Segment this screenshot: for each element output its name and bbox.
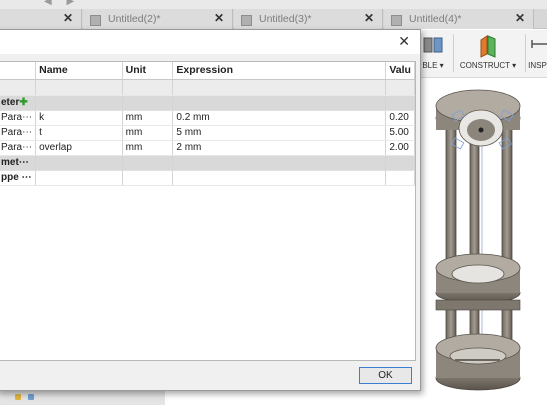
history-arrows-icon[interactable]: ◀ ▶: [44, 0, 80, 7]
row-name[interactable]: t: [35, 125, 123, 141]
document-cube-icon: [240, 14, 252, 26]
column-header-unit[interactable]: Unit: [122, 62, 174, 80]
row-source: Para⋯: [0, 140, 37, 156]
document-cube-icon: [390, 14, 402, 26]
table-header-row: Name Unit Expression Valu: [0, 62, 415, 80]
tab-label: Untitled(2)*: [108, 13, 161, 25]
row-source: ppe ⋯: [0, 170, 37, 186]
tab-label: Untitled(4)*: [409, 13, 462, 25]
browser-panel-strip: [0, 390, 165, 405]
row-value: 5.00: [385, 125, 415, 141]
column-header-name[interactable]: Name: [35, 62, 123, 80]
close-icon[interactable]: ✕: [364, 11, 374, 25]
construct-plane-icon: [480, 35, 496, 58]
column-header-value[interactable]: Valu: [385, 62, 415, 80]
close-icon[interactable]: ✕: [63, 11, 73, 25]
document-cube-icon: [89, 14, 101, 26]
spool-model-render: [435, 89, 521, 391]
table-row[interactable]: Para⋯ t mm 5 mm 5.00: [0, 125, 415, 141]
folder-icon[interactable]: [15, 394, 21, 400]
row-unit[interactable]: mm: [122, 110, 174, 126]
document-tab-1[interactable]: ✕: [0, 9, 82, 29]
table-row[interactable]: ppe ⋯: [0, 170, 415, 186]
parameters-table: Name Unit Expression Valu eter✚ Para⋯ k …: [0, 62, 415, 186]
ribbon-toolbar: BLE ▾ CONSTRUCT ▾ INSP: [410, 30, 547, 78]
row-name[interactable]: overlap: [35, 140, 123, 156]
row-expression[interactable]: 5 mm: [172, 125, 387, 141]
table-row[interactable]: Para⋯ k mm 0.2 mm 0.20: [0, 110, 415, 126]
title-strip: ◀ ▶: [0, 0, 547, 9]
column-header-expression[interactable]: Expression: [172, 62, 387, 80]
row-name[interactable]: k: [35, 110, 123, 126]
row-expression[interactable]: 0.2 mm: [172, 110, 387, 126]
document-tab-2[interactable]: Untitled(2)* ✕: [83, 9, 233, 29]
construct-button[interactable]: CONSTRUCT ▾: [458, 34, 518, 70]
close-icon[interactable]: ✕: [398, 33, 410, 50]
tab-label: Untitled(3)*: [259, 13, 312, 25]
table-row[interactable]: Para⋯ overlap mm 2 mm 2.00: [0, 140, 415, 156]
toolbar-divider: [453, 34, 454, 72]
row-value: 2.00: [385, 140, 415, 156]
document-tab-4[interactable]: Untitled(4)* ✕: [384, 9, 534, 29]
column-header-source[interactable]: [0, 62, 37, 80]
group-label: met⋯: [0, 155, 37, 171]
measure-ruler-icon: [531, 40, 547, 48]
modify-tool-icon: [423, 37, 443, 53]
parameters-dialog: ✕ Name Unit Expression Valu eter✚ Para⋯: [0, 29, 421, 391]
row-value: 0.20: [385, 110, 415, 126]
component-icon[interactable]: [28, 394, 34, 400]
close-icon[interactable]: ✕: [214, 11, 224, 25]
add-parameter-icon[interactable]: ✚: [19, 97, 27, 108]
group-label: eter: [1, 97, 20, 108]
3d-viewport[interactable]: [420, 78, 547, 405]
close-icon[interactable]: ✕: [515, 11, 525, 25]
parameters-table-container[interactable]: Name Unit Expression Valu eter✚ Para⋯ k …: [0, 61, 416, 361]
inspect-button[interactable]: INSP: [528, 34, 547, 70]
model-parameters-group-row[interactable]: met⋯: [0, 155, 415, 171]
ok-button[interactable]: OK: [359, 367, 412, 384]
document-tab-3[interactable]: Untitled(3)* ✕: [234, 9, 383, 29]
row-unit[interactable]: mm: [122, 125, 174, 141]
tools-partial-button[interactable]: BLE ▾: [418, 34, 448, 70]
row-source: Para⋯: [0, 110, 37, 126]
dialog-titlebar[interactable]: ✕: [0, 30, 420, 54]
document-tabbar: ✕ Untitled(2)* ✕ Untitled(3)* ✕ Untitled…: [0, 9, 547, 29]
row-source: Para⋯: [0, 125, 37, 141]
table-row: [0, 79, 415, 96]
row-expression[interactable]: 2 mm: [172, 140, 387, 156]
row-unit[interactable]: mm: [122, 140, 174, 156]
toolbar-divider: [525, 34, 526, 72]
user-parameters-group-row[interactable]: eter✚: [0, 95, 415, 111]
